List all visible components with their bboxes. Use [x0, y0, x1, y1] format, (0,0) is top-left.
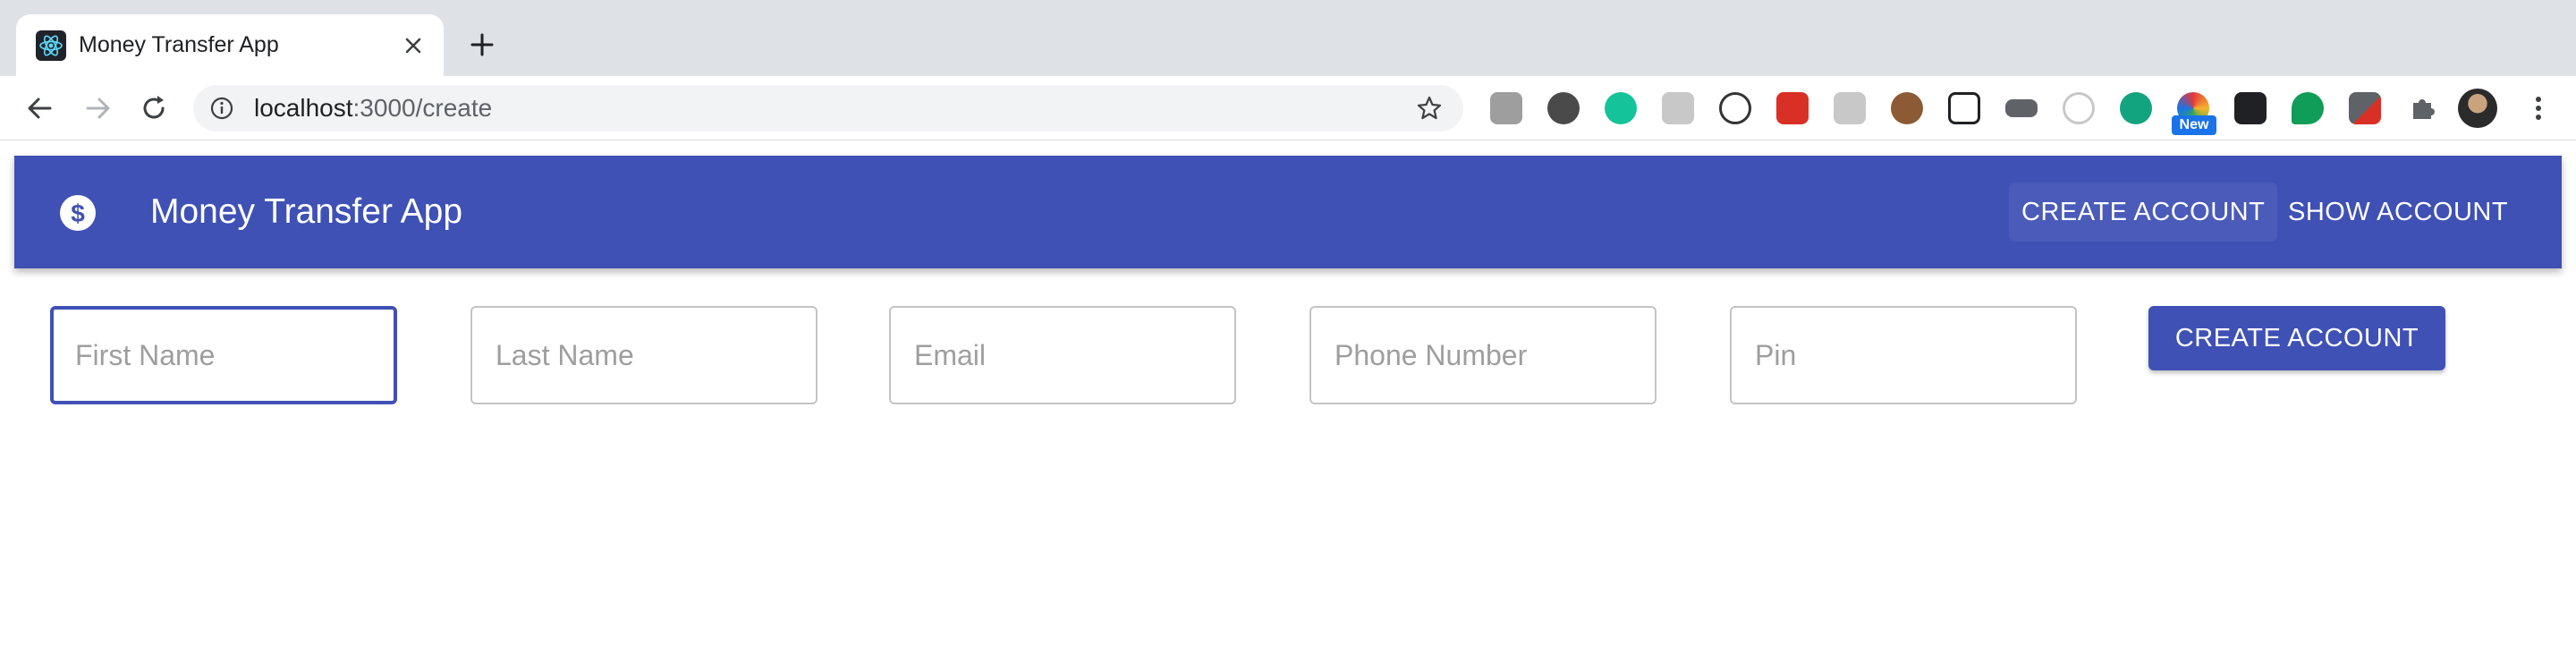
green-bubble-extension-icon[interactable]: [2292, 92, 2324, 124]
tab-strip: Money Transfer App: [0, 0, 2576, 76]
url-host: localhost: [254, 94, 353, 122]
chat-extension-icon[interactable]: [1834, 92, 1866, 124]
profile-avatar[interactable]: [2458, 89, 2497, 128]
color-extension-icon[interactable]: New: [2172, 92, 2216, 135]
target-extension-icon[interactable]: [2063, 92, 2095, 124]
cube-extension-icon[interactable]: [2234, 92, 2267, 124]
pin-field[interactable]: [1730, 306, 2077, 404]
last-name-input[interactable]: [496, 308, 791, 403]
last-name-field[interactable]: [470, 306, 818, 404]
tab-title: Money Transfer App: [79, 32, 279, 57]
pin-input[interactable]: [1755, 308, 2050, 403]
react-logo-icon: [36, 30, 66, 61]
b-extension-icon[interactable]: [1662, 92, 1694, 124]
phone-number-input[interactable]: [1335, 308, 1630, 403]
phone-number-field[interactable]: [1309, 306, 1657, 404]
code-extension-icon[interactable]: [1719, 92, 1751, 124]
app-bar: $ Money Transfer App CREATE ACCOUNT SHOW…: [14, 156, 2562, 268]
app-title: Money Transfer App: [150, 192, 463, 231]
circle-extension-icon[interactable]: [1547, 92, 1580, 124]
back-arrow-icon[interactable]: [21, 90, 57, 126]
nav-show-account[interactable]: SHOW ACCOUNT: [2275, 183, 2521, 242]
reload-icon[interactable]: [136, 90, 172, 126]
dollar-circle-icon: $: [59, 194, 97, 232]
grammarly-extension-icon[interactable]: [1605, 92, 1637, 124]
camera-extension-icon[interactable]: [1490, 92, 1522, 124]
svg-text:$: $: [71, 200, 85, 227]
url-text: localhost:3000/create: [254, 85, 492, 132]
url-path: :3000/create: [352, 94, 493, 122]
info-icon[interactable]: [209, 96, 234, 121]
browser-toolbar: localhost:3000/create New: [0, 76, 2576, 140]
dropper-extension-icon[interactable]: [2349, 92, 2381, 124]
more-menu-icon[interactable]: [2528, 92, 2549, 124]
first-name-field[interactable]: [50, 306, 397, 404]
address-bar[interactable]: localhost:3000/create: [193, 85, 1463, 132]
tag-extension-icon[interactable]: [2005, 99, 2038, 117]
puzzle-extension-icon[interactable]: [2406, 92, 2438, 124]
email-field[interactable]: [889, 306, 1236, 404]
a-extension-icon[interactable]: [2120, 92, 2152, 124]
nav-create-account[interactable]: CREATE ACCOUNT: [2009, 183, 2278, 242]
new-badge: New: [2172, 115, 2216, 135]
document-extension-icon[interactable]: [1948, 92, 1980, 124]
bookmark-star-icon[interactable]: [1415, 94, 1444, 123]
create-account-button[interactable]: CREATE ACCOUNT: [2148, 306, 2445, 370]
new-tab-icon[interactable]: [465, 28, 499, 62]
forward-arrow-icon[interactable]: [80, 90, 116, 126]
red-grid-extension-icon[interactable]: [1776, 92, 1809, 124]
email-input[interactable]: [914, 308, 1209, 403]
first-name-input[interactable]: [75, 310, 370, 401]
browser-tab[interactable]: Money Transfer App: [16, 14, 444, 76]
close-tab-icon[interactable]: [397, 30, 429, 62]
cookie-extension-icon[interactable]: [1891, 92, 1923, 124]
